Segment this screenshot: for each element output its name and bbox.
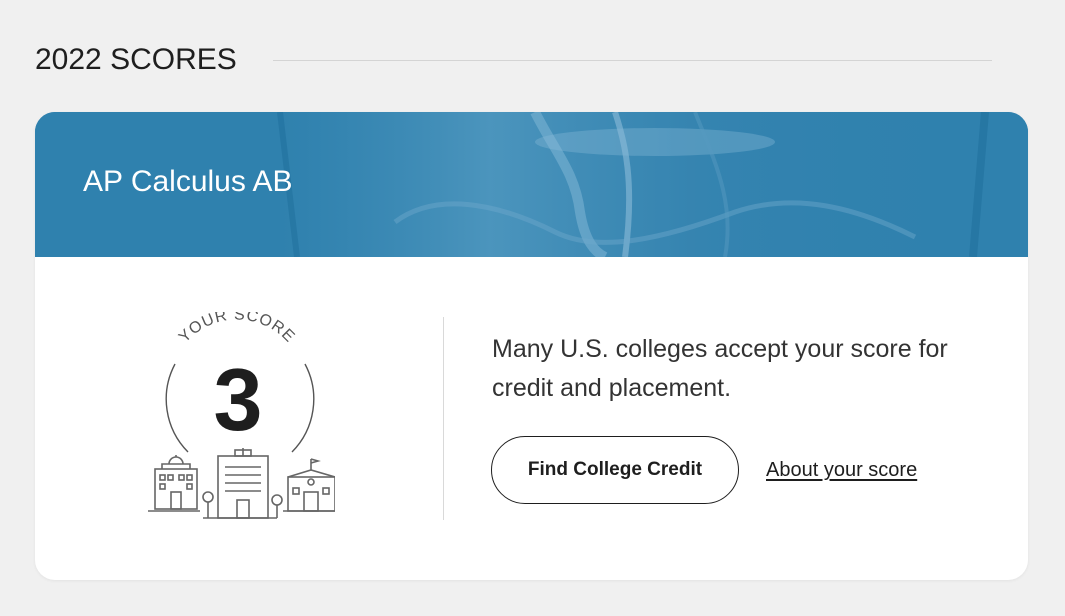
score-card: AP Calculus AB YOUR SCORE 3 Many U.S. co… [35, 112, 1028, 580]
credit-message: Many U.S. colleges accept your score for… [492, 335, 948, 402]
exam-banner: AP Calculus AB [35, 112, 1028, 257]
exam-title: AP Calculus AB [83, 165, 293, 198]
score-value: 3 [214, 350, 263, 449]
score-caption: YOUR SCORE [176, 312, 298, 346]
section-title: 2022 SCORES [35, 43, 237, 76]
find-college-credit-button[interactable]: Find College Credit [491, 436, 739, 504]
college-buildings-icon [148, 448, 338, 519]
vertical-divider [443, 317, 444, 520]
score-badge: YOUR SCORE 3 [145, 306, 338, 527]
section-header: 2022 SCORES [35, 40, 992, 80]
section-divider [272, 59, 992, 61]
about-your-score-link[interactable]: About your score [766, 459, 917, 482]
